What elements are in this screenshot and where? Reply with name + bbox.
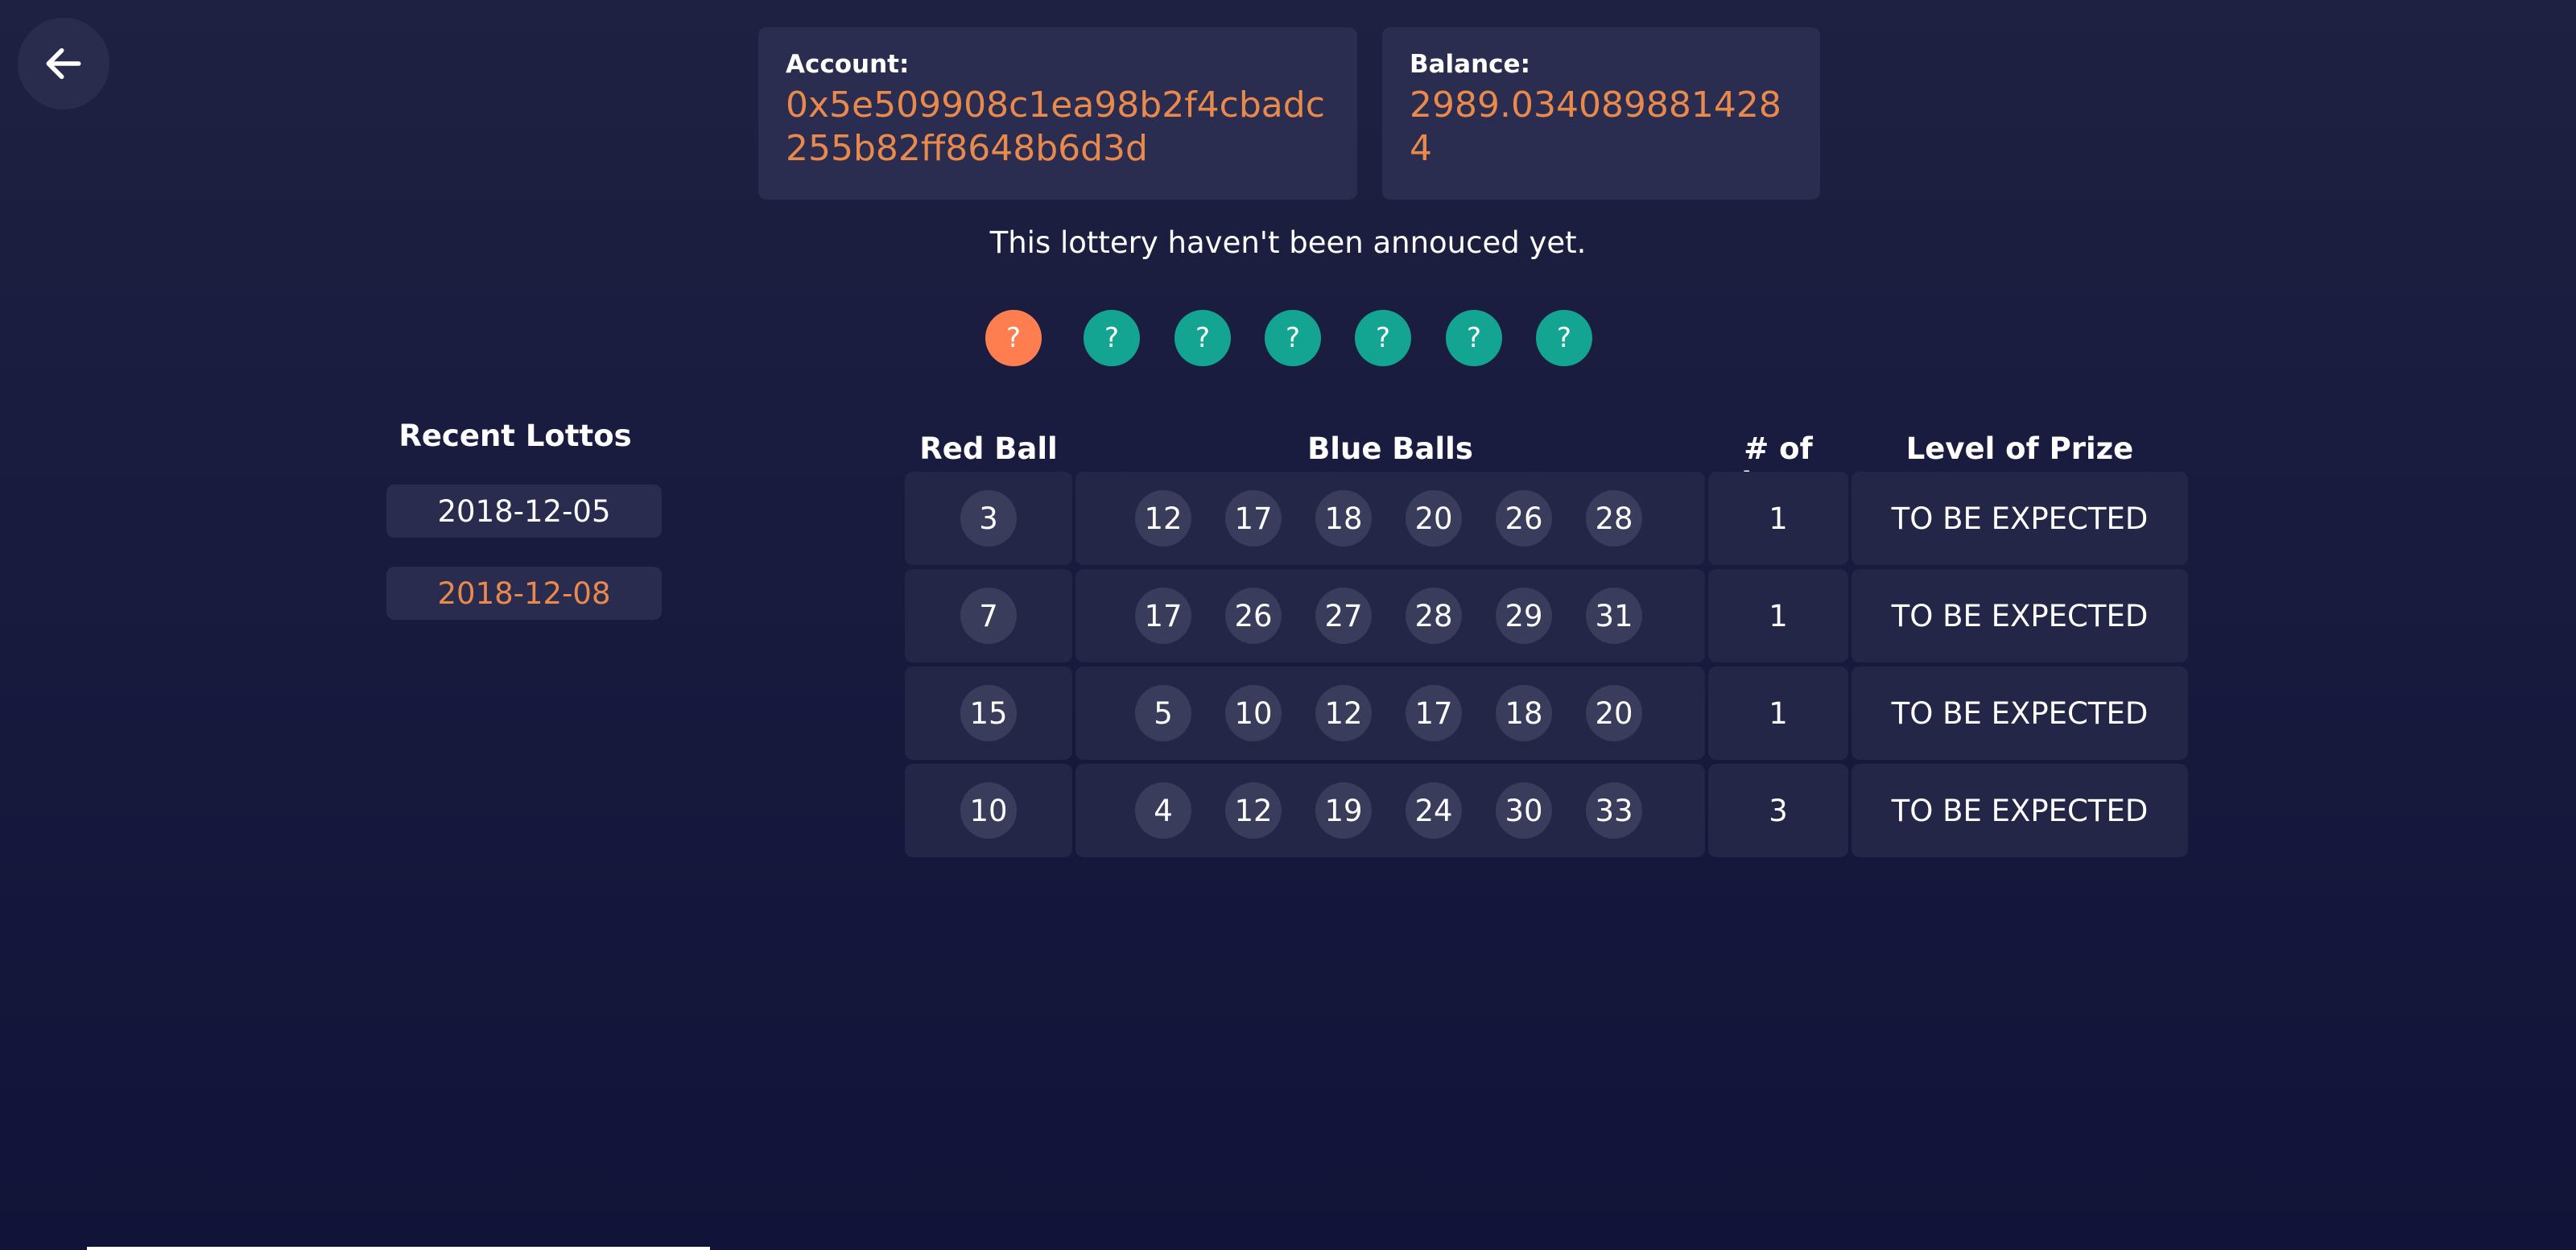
red-ball-number: 15 bbox=[960, 685, 1017, 741]
blue-ball-number: 10 bbox=[1225, 685, 1282, 741]
table-row-prize-cell: TO BE EXPECTED bbox=[1852, 764, 2188, 857]
red-ball-number: 10 bbox=[960, 782, 1017, 839]
header-blue-balls: Blue Balls bbox=[1307, 431, 1473, 466]
table-row-bets-cell: 1 bbox=[1708, 472, 1848, 565]
blue-ball-number: 17 bbox=[1225, 490, 1282, 547]
table-row-prize-cell: TO BE EXPECTED bbox=[1852, 666, 2188, 760]
table-row-red-cell: 15 bbox=[905, 666, 1072, 760]
table-row-blue-cell: 5 10 12 17 18 20 bbox=[1075, 666, 1705, 760]
balance-card: Balance: 2989.0340898814284 bbox=[1382, 27, 1820, 200]
blue-ball-number: 24 bbox=[1406, 782, 1462, 839]
header-level-of-prize: Level of Prize bbox=[1905, 431, 2134, 466]
balance-label: Balance: bbox=[1410, 50, 1530, 79]
account-card: Account: 0x5e509908c1ea98b2f4cbadc 255b8… bbox=[758, 27, 1357, 200]
scrollbar-indicator bbox=[87, 1247, 710, 1250]
result-blue-ball: ? bbox=[1265, 310, 1321, 366]
blue-ball-number: 29 bbox=[1496, 588, 1552, 644]
result-blue-ball: ? bbox=[1536, 310, 1592, 366]
account-label: Account: bbox=[786, 50, 910, 79]
table-row-red-cell: 3 bbox=[905, 472, 1072, 565]
table-row-red-cell: 10 bbox=[905, 764, 1072, 857]
table-row-prize-cell: TO BE EXPECTED bbox=[1852, 472, 2188, 565]
lottery-status-message: This lottery haven't been annouced yet. bbox=[989, 225, 1587, 260]
recent-lotto-date[interactable]: 2018-12-05 bbox=[386, 485, 662, 538]
table-row-blue-cell: 12 17 18 20 26 28 bbox=[1075, 472, 1705, 565]
account-address-line-2: 255b82ff8648b6d3d bbox=[786, 128, 1148, 169]
table-row-blue-cell: 4 12 19 24 30 33 bbox=[1075, 764, 1705, 857]
result-blue-ball: ? bbox=[1355, 310, 1411, 366]
recent-lottos-title: Recent Lottos bbox=[398, 419, 632, 453]
blue-ball-number: 12 bbox=[1135, 490, 1191, 547]
blue-ball-number: 5 bbox=[1135, 685, 1191, 741]
blue-ball-number: 26 bbox=[1496, 490, 1552, 547]
table-row-bets-cell: 1 bbox=[1708, 569, 1848, 662]
blue-ball-number: 4 bbox=[1135, 782, 1191, 839]
red-ball-number: 3 bbox=[960, 490, 1017, 547]
blue-ball-number: 18 bbox=[1315, 490, 1372, 547]
blue-ball-number: 27 bbox=[1315, 588, 1372, 644]
blue-ball-number: 18 bbox=[1496, 685, 1552, 741]
account-address: 0x5e509908c1ea98b2f4cbadc 255b82ff8648b6… bbox=[786, 84, 1330, 171]
result-blue-ball: ? bbox=[1084, 310, 1140, 366]
blue-ball-number: 20 bbox=[1586, 685, 1642, 741]
table-row-red-cell: 7 bbox=[905, 569, 1072, 662]
blue-ball-number: 17 bbox=[1406, 685, 1462, 741]
blue-ball-number: 28 bbox=[1406, 588, 1462, 644]
result-blue-ball: ? bbox=[1446, 310, 1502, 366]
arrow-left-icon bbox=[46, 47, 81, 80]
blue-ball-number: 31 bbox=[1586, 588, 1642, 644]
result-blue-ball: ? bbox=[1174, 310, 1231, 366]
blue-ball-number: 19 bbox=[1315, 782, 1372, 839]
blue-ball-number: 33 bbox=[1586, 782, 1642, 839]
blue-ball-number: 26 bbox=[1225, 588, 1282, 644]
table-row-blue-cell: 17 26 27 28 29 31 bbox=[1075, 569, 1705, 662]
balance-value: 2989.0340898814284 bbox=[1410, 85, 1781, 169]
blue-ball-number: 12 bbox=[1225, 782, 1282, 839]
table-row-bets-cell: 3 bbox=[1708, 764, 1848, 857]
blue-ball-number: 20 bbox=[1406, 490, 1462, 547]
account-address-line-1: 0x5e509908c1ea98b2f4cbadc bbox=[786, 85, 1325, 126]
table-row-bets-cell: 1 bbox=[1708, 666, 1848, 760]
table-row-prize-cell: TO BE EXPECTED bbox=[1852, 569, 2188, 662]
blue-ball-number: 30 bbox=[1496, 782, 1552, 839]
red-ball-number: 7 bbox=[960, 588, 1017, 644]
blue-ball-number: 17 bbox=[1135, 588, 1191, 644]
result-red-ball: ? bbox=[985, 310, 1042, 366]
blue-ball-number: 28 bbox=[1586, 490, 1642, 547]
blue-ball-number: 12 bbox=[1315, 685, 1372, 741]
recent-lotto-date-selected[interactable]: 2018-12-08 bbox=[386, 567, 662, 620]
header-red-ball: Red Ball bbox=[919, 431, 1058, 466]
back-button[interactable] bbox=[18, 18, 109, 109]
